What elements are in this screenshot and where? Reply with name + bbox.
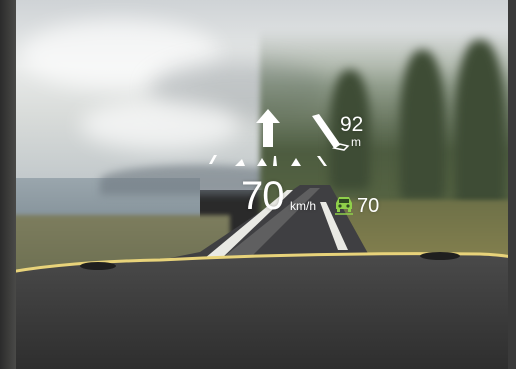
straight-arrow-icon bbox=[256, 109, 280, 147]
speed-limit-value: 70 bbox=[357, 195, 380, 217]
speed-unit-label: km/h bbox=[290, 199, 317, 213]
hud-scene: 92 m 70 km/h 70 bbox=[0, 0, 516, 369]
speed-limit-vehicle-icon bbox=[335, 197, 353, 215]
head-up-display: 92 m 70 km/h 70 bbox=[0, 0, 516, 369]
turn-distance-unit: m bbox=[351, 135, 361, 149]
current-speed-value: 70 bbox=[241, 174, 284, 218]
turn-distance-value: 92 bbox=[340, 113, 364, 136]
